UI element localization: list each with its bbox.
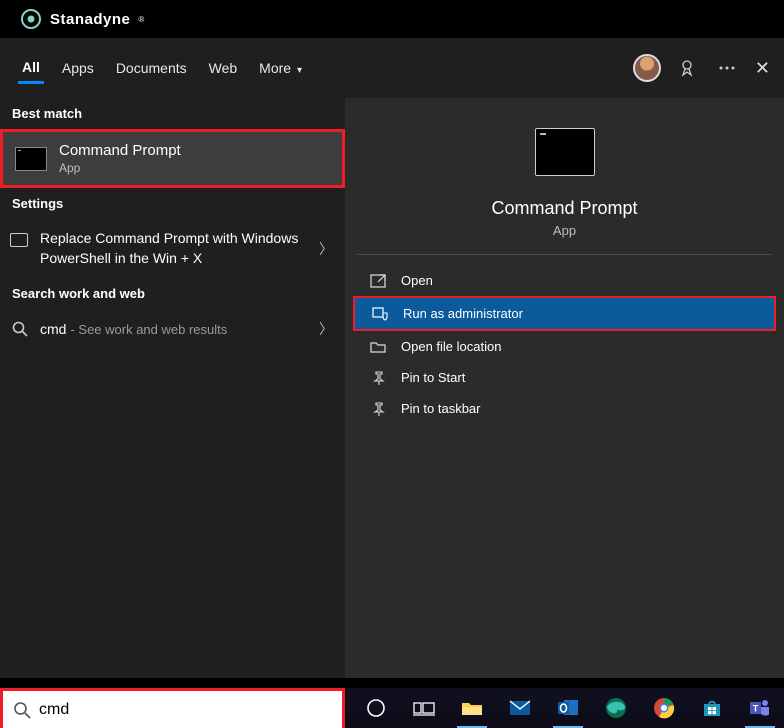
pin-icon bbox=[369, 402, 387, 416]
action-pin-to-start[interactable]: Pin to Start bbox=[353, 362, 776, 393]
taskbar-teams[interactable]: T bbox=[737, 688, 783, 728]
web-search-item[interactable]: cmd - See work and web results 〉 bbox=[0, 309, 345, 349]
action-list: Open Run as administrator Open file loca… bbox=[345, 255, 784, 434]
taskbar-chrome[interactable] bbox=[641, 688, 687, 728]
registered-mark: ® bbox=[138, 15, 144, 24]
taskbar-edge[interactable] bbox=[593, 688, 639, 728]
taskbar-task-view[interactable] bbox=[401, 688, 447, 728]
tab-web[interactable]: Web bbox=[205, 54, 242, 82]
action-label: Run as administrator bbox=[403, 306, 523, 321]
chevron-right-icon: 〉 bbox=[319, 319, 333, 339]
action-label: Pin to taskbar bbox=[401, 401, 481, 416]
search-area bbox=[0, 678, 345, 728]
detail-header: Command Prompt App bbox=[357, 98, 772, 255]
open-icon bbox=[369, 274, 387, 288]
search-input[interactable] bbox=[39, 701, 332, 719]
rewards-icon[interactable] bbox=[679, 58, 699, 78]
taskbar-store[interactable] bbox=[689, 688, 735, 728]
action-open-file-location[interactable]: Open file location bbox=[353, 331, 776, 362]
right-pane: Command Prompt App Open Run as administr… bbox=[345, 98, 784, 678]
brand-name: Stanadyne bbox=[50, 11, 130, 28]
search-box[interactable] bbox=[0, 688, 345, 728]
brand-bar: Stanadyne ® bbox=[0, 0, 784, 38]
user-avatar[interactable] bbox=[633, 54, 661, 82]
taskbar: T bbox=[345, 678, 784, 728]
settings-item-replace-cmd[interactable]: Replace Command Prompt with Windows Powe… bbox=[0, 219, 345, 278]
best-match-title: Command Prompt bbox=[59, 142, 181, 159]
action-open[interactable]: Open bbox=[353, 265, 776, 296]
monitor-icon bbox=[10, 233, 28, 247]
command-prompt-icon bbox=[535, 128, 595, 176]
web-sub: - See work and web results bbox=[70, 322, 227, 337]
svg-text:T: T bbox=[753, 704, 759, 714]
tab-more[interactable]: More ▾ bbox=[255, 54, 306, 82]
left-pane: Best match Command Prompt App Settings R… bbox=[0, 98, 345, 678]
best-match-subtitle: App bbox=[59, 161, 181, 175]
search-icon bbox=[13, 701, 31, 719]
tabs-right-controls: ✕ bbox=[633, 54, 770, 82]
command-prompt-icon bbox=[15, 147, 47, 171]
detail-subtitle: App bbox=[553, 223, 576, 238]
action-pin-to-taskbar[interactable]: Pin to taskbar bbox=[353, 393, 776, 424]
search-tabs-row: All Apps Documents Web More ▾ ✕ bbox=[0, 38, 784, 98]
tab-apps[interactable]: Apps bbox=[58, 54, 98, 82]
web-term: cmd bbox=[40, 321, 66, 337]
action-label: Open bbox=[401, 273, 433, 288]
admin-shield-icon bbox=[371, 307, 389, 321]
settings-item-label: Replace Command Prompt with Windows Powe… bbox=[40, 229, 319, 268]
bottom-bar: T bbox=[0, 678, 784, 728]
tabs: All Apps Documents Web More ▾ bbox=[18, 53, 306, 84]
tab-more-label: More bbox=[259, 60, 291, 76]
taskbar-inner: T bbox=[345, 688, 784, 728]
taskbar-file-explorer[interactable] bbox=[449, 688, 495, 728]
tab-all[interactable]: All bbox=[18, 53, 44, 84]
web-header: Search work and web bbox=[0, 278, 345, 309]
best-match-item[interactable]: Command Prompt App bbox=[0, 129, 345, 188]
folder-icon bbox=[369, 340, 387, 354]
chevron-down-icon: ▾ bbox=[297, 65, 302, 76]
main-area: Best match Command Prompt App Settings R… bbox=[0, 98, 784, 678]
action-label: Pin to Start bbox=[401, 370, 465, 385]
pin-icon bbox=[369, 371, 387, 385]
search-icon bbox=[12, 321, 28, 337]
brand-logo bbox=[20, 8, 42, 30]
taskbar-cortana[interactable] bbox=[353, 688, 399, 728]
more-options-icon[interactable] bbox=[717, 58, 737, 78]
action-label: Open file location bbox=[401, 339, 501, 354]
action-run-as-admin[interactable]: Run as administrator bbox=[353, 296, 776, 331]
detail-title: Command Prompt bbox=[491, 198, 637, 219]
close-button[interactable]: ✕ bbox=[755, 58, 770, 79]
chevron-right-icon: 〉 bbox=[319, 239, 333, 259]
tab-documents[interactable]: Documents bbox=[112, 54, 191, 82]
taskbar-outlook[interactable] bbox=[545, 688, 591, 728]
settings-header: Settings bbox=[0, 188, 345, 219]
best-match-header: Best match bbox=[0, 98, 345, 129]
taskbar-mail[interactable] bbox=[497, 688, 543, 728]
